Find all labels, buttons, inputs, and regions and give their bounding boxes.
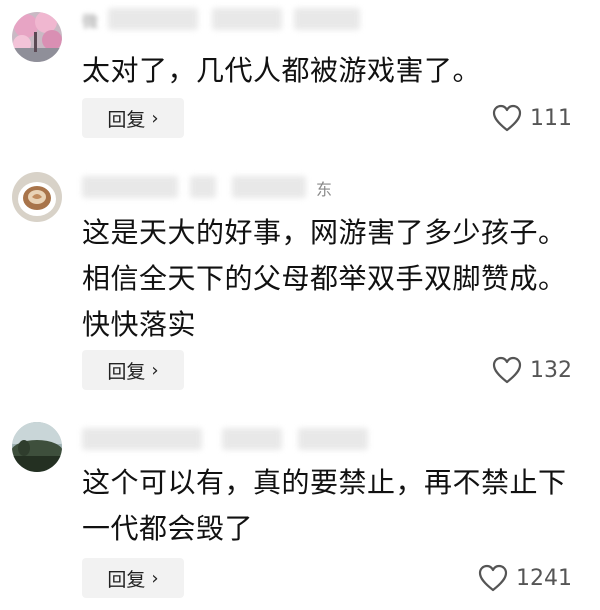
comment-item: 这个可以有，真的要禁止，再不禁止下一代都会毁了 回复 › 1241 — [0, 410, 600, 610]
like-button[interactable]: 132 — [492, 350, 572, 390]
reply-label: 回复 — [107, 360, 146, 383]
username-text: 东 — [316, 180, 333, 199]
like-count: 132 — [530, 357, 572, 383]
like-count: 1241 — [516, 565, 572, 591]
reply-button[interactable]: 回复 › — [82, 350, 184, 390]
reply-label: 回复 — [107, 108, 146, 131]
heart-outline-icon — [492, 104, 522, 132]
comment-item: 东 这是天大的好事，网游害了多少孩子。相信全天下的父母都举双手双脚赞成。快快落实… — [0, 160, 600, 400]
reply-button[interactable]: 回复 › — [82, 98, 184, 138]
like-button[interactable]: 111 — [492, 98, 572, 138]
chevron-right-icon: › — [151, 567, 159, 589]
reply-button[interactable]: 回复 › — [82, 558, 184, 598]
heart-outline-icon — [492, 356, 522, 384]
chevron-right-icon: › — [151, 107, 159, 129]
avatar[interactable] — [12, 12, 62, 62]
like-count: 111 — [530, 105, 572, 131]
comment-text: 这个可以有，真的要禁止，再不禁止下一代都会毁了 — [82, 466, 567, 545]
chevron-right-icon: › — [151, 359, 159, 381]
username[interactable]: 东 — [82, 176, 372, 202]
comment-text: 这是天大的好事，网游害了多少孩子。相信全天下的父母都举双手双脚赞成。快快落实 — [82, 216, 567, 341]
username[interactable]: 微 — [82, 8, 372, 34]
comment-item: 微 太对了，几代人都被游戏害了。 回复 › 111 — [0, 0, 600, 150]
username-text: 微 — [82, 12, 103, 31]
reply-label: 回复 — [107, 568, 146, 591]
username[interactable] — [82, 428, 372, 454]
like-button[interactable]: 1241 — [478, 558, 572, 598]
avatar[interactable] — [12, 172, 62, 222]
avatar[interactable] — [12, 422, 62, 472]
heart-outline-icon — [478, 564, 508, 592]
comment-text: 太对了，几代人都被游戏害了。 — [82, 54, 482, 87]
